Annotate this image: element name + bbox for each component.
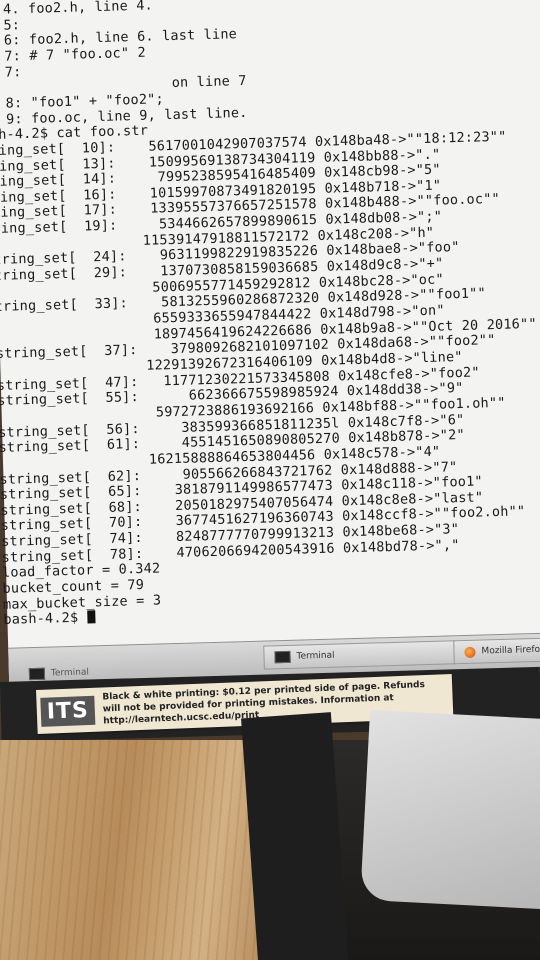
terminal-line: 4. foo2.h, line 4. — [0, 0, 154, 19]
taskbar-item-label: Terminal — [296, 650, 335, 662]
terminal-line: . 7: # 7 "foo.oc" 2 — [0, 44, 147, 66]
laptop — [360, 709, 540, 911]
terminal-line: 5: — [3, 16, 21, 34]
taskbar-item-terminal-lower[interactable]: Terminal — [28, 667, 90, 681]
terminal-window[interactable]: 4. foo2.h, line 4. 5:. 6: foo2.h, line 6… — [0, 0, 540, 656]
its-logo: ITS — [40, 695, 96, 727]
taskbar-item-label: Mozilla Firefox — [481, 644, 540, 657]
taskbar-item-firefox[interactable]: Mozilla Firefox — [453, 636, 540, 665]
terminal-line: . 7: — [4, 63, 22, 81]
terminal-icon — [28, 667, 46, 681]
monitor-screen: 4. foo2.h, line 4. 5:. 6: foo2.h, line 6… — [0, 0, 540, 696]
monitor-stand — [241, 712, 349, 960]
taskbar-item-label: Terminal — [50, 667, 90, 679]
photo-scene: 4. foo2.h, line 4. 5:. 6: foo2.h, line 6… — [0, 0, 540, 960]
terminal-cursor — [87, 610, 96, 624]
firefox-icon — [464, 646, 476, 658]
terminal-line: bash-4.2$ — [3, 610, 96, 628]
terminal-icon — [274, 650, 291, 664]
taskbar-item-terminal[interactable]: Terminal — [263, 640, 456, 670]
terminal-output: 4. foo2.h, line 4. 5:. 6: foo2.h, line 6… — [0, 0, 540, 628]
